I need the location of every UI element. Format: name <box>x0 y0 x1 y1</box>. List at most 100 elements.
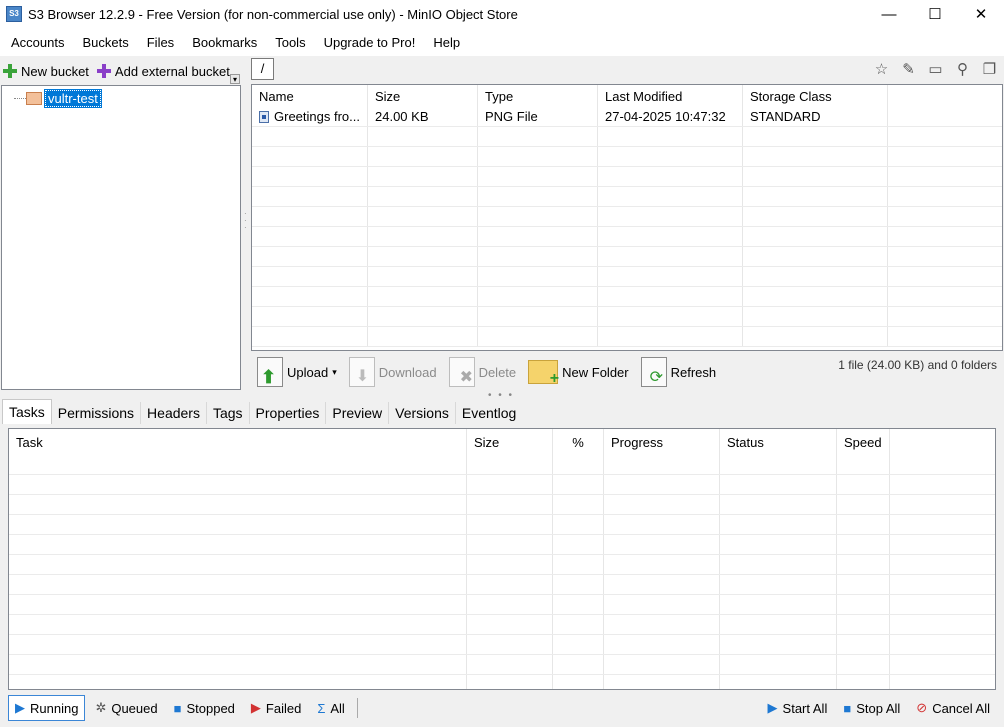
empty-cell <box>837 495 890 514</box>
path-field[interactable]: / <box>251 58 274 80</box>
minimize-button[interactable]: — <box>866 0 912 28</box>
tree-item-bucket[interactable]: vultr-test <box>14 89 102 108</box>
column-header-size[interactable]: Size <box>368 85 478 107</box>
empty-cell <box>553 475 604 494</box>
cancel-all-button[interactable]: ⊘ Cancel All <box>910 695 996 721</box>
divider <box>356 698 358 718</box>
maximize-button[interactable]: ☐ <box>912 0 958 28</box>
empty-cell <box>890 455 995 474</box>
column-header-type[interactable]: Type <box>478 85 598 107</box>
column-header-last-modified[interactable]: Last Modified <box>598 85 743 107</box>
menu-buckets[interactable]: Buckets <box>73 35 137 50</box>
empty-cell <box>368 127 478 146</box>
column-header-percent[interactable]: % <box>553 429 604 455</box>
empty-cell <box>478 187 598 206</box>
column-header-task[interactable]: Task <box>9 429 467 455</box>
empty-row <box>252 247 1002 267</box>
empty-cell <box>467 635 553 654</box>
empty-row <box>252 147 1002 167</box>
cancel-all-label: Cancel All <box>932 700 990 716</box>
menu-tools[interactable]: Tools <box>266 35 314 50</box>
column-header-status[interactable]: Status <box>720 429 837 455</box>
start-all-button[interactable]: ▶ Start All <box>762 695 834 721</box>
running-filter-button[interactable]: ▶ Running <box>8 695 86 721</box>
column-header-size[interactable]: Size <box>467 429 553 455</box>
empty-cell <box>553 575 604 594</box>
tab-versions[interactable]: Versions <box>389 402 456 424</box>
tab-permissions[interactable]: Permissions <box>52 402 142 424</box>
menu-files[interactable]: Files <box>138 35 183 50</box>
failed-filter-button[interactable]: ▶ Failed <box>245 695 307 721</box>
empty-cell <box>553 455 604 474</box>
empty-cell <box>604 615 720 634</box>
empty-row <box>252 187 1002 207</box>
column-header-name[interactable]: Name <box>252 85 368 107</box>
tasks-table[interactable]: Task Size % Progress Status Speed <box>8 428 996 690</box>
stopped-filter-button[interactable]: ■ Stopped <box>168 695 241 721</box>
empty-cell <box>720 515 837 534</box>
bottom-tabs: Tasks Permissions Headers Tags Propertie… <box>2 399 522 424</box>
toolbar-dropdown-button[interactable]: ▾ <box>230 74 240 84</box>
all-label: All <box>330 700 345 716</box>
column-header-progress[interactable]: Progress <box>604 429 720 455</box>
filter-icon[interactable]: ⚲ <box>949 60 976 78</box>
empty-cell <box>598 227 743 246</box>
empty-cell <box>368 207 478 226</box>
empty-row <box>9 595 995 615</box>
empty-cell <box>890 515 995 534</box>
window-icon[interactable]: ▭ <box>922 60 949 78</box>
empty-cell <box>720 675 837 689</box>
empty-row <box>252 227 1002 247</box>
tab-properties[interactable]: Properties <box>250 402 327 424</box>
tab-tasks[interactable]: Tasks <box>2 399 52 424</box>
chevron-down-icon[interactable]: ▾ <box>332 367 337 378</box>
new-folder-button[interactable]: + New Folder <box>528 360 629 387</box>
menu-help[interactable]: Help <box>424 35 469 50</box>
empty-cell <box>478 247 598 266</box>
files-table[interactable]: Name Size Type Last Modified Storage Cla… <box>251 84 1003 351</box>
menu-upgrade[interactable]: Upgrade to Pro! <box>315 35 425 50</box>
add-external-bucket-label: Add external bucket <box>114 63 230 79</box>
empty-cell <box>467 455 553 474</box>
bucket-tree[interactable]: vultr-test <box>1 85 241 390</box>
column-header-speed[interactable]: Speed <box>837 429 890 455</box>
star-icon[interactable]: ☆ <box>868 60 895 78</box>
refresh-label: Refresh <box>670 364 717 380</box>
empty-rows <box>9 455 995 689</box>
empty-cell <box>743 307 888 326</box>
empty-cell <box>743 167 888 186</box>
vertical-splitter[interactable]: · · · <box>244 210 247 238</box>
empty-cell <box>720 635 837 654</box>
close-button[interactable]: ✕ <box>958 0 1004 28</box>
new-bucket-button[interactable]: New bucket <box>3 64 89 79</box>
column-header-storage-class[interactable]: Storage Class <box>743 85 888 107</box>
table-row[interactable]: Greetings fro... 24.00 KB PNG File 27-04… <box>252 107 1002 127</box>
add-external-bucket-button[interactable]: Add external bucket <box>96 63 230 79</box>
delete-label: Delete <box>478 364 517 380</box>
tasks-filter-bar: ▶ Running ✲ Queued ■ Stopped ▶ Failed Σ … <box>0 693 1004 723</box>
empty-cell <box>368 147 478 166</box>
upload-button[interactable]: ⬆ Upload ▾ <box>257 357 337 387</box>
file-name: Greetings fro... <box>274 109 360 124</box>
pencil-icon[interactable]: ✎ <box>895 60 922 78</box>
empty-cell <box>743 207 888 226</box>
menu-accounts[interactable]: Accounts <box>2 35 73 50</box>
delete-button[interactable]: ✖ Delete <box>448 357 517 387</box>
tab-tags[interactable]: Tags <box>207 402 250 424</box>
tab-eventlog[interactable]: Eventlog <box>456 402 522 424</box>
column-header-filler <box>888 85 1002 107</box>
tab-preview[interactable]: Preview <box>326 402 390 424</box>
empty-cell <box>9 535 467 554</box>
empty-cell <box>888 207 1002 226</box>
refresh-button[interactable]: ⟳ Refresh <box>640 357 717 387</box>
start-all-label: Start All <box>782 700 828 716</box>
refresh-icon: ⟳ <box>640 357 667 387</box>
menu-bookmarks[interactable]: Bookmarks <box>183 35 266 50</box>
all-filter-button[interactable]: Σ All <box>311 695 351 721</box>
tab-headers[interactable]: Headers <box>141 402 207 424</box>
copy-icon[interactable]: ❐ <box>976 60 1003 78</box>
download-button[interactable]: ⬇ Download <box>348 357 437 387</box>
stop-all-button[interactable]: ■ Stop All <box>837 695 906 721</box>
empty-cell <box>888 167 1002 186</box>
queued-filter-button[interactable]: ✲ Queued <box>89 695 163 721</box>
